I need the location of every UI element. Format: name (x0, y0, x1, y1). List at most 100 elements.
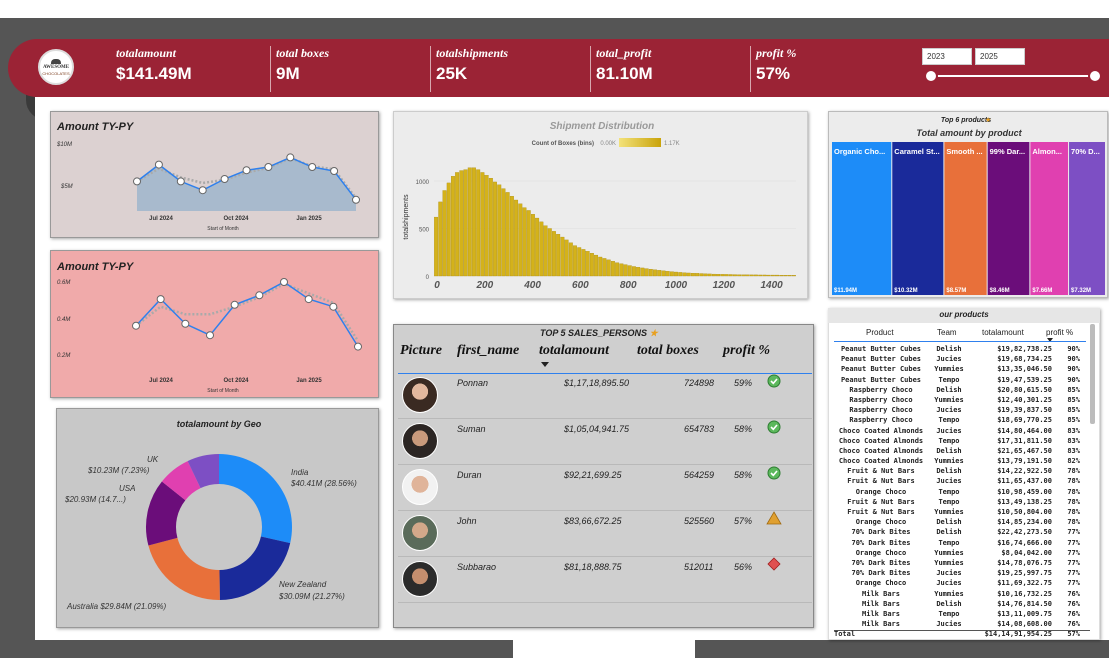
histogram-bar[interactable] (695, 273, 700, 277)
histogram-bar[interactable] (585, 251, 590, 277)
histogram-bar[interactable] (556, 234, 561, 277)
histogram-bar[interactable] (627, 265, 632, 277)
ty-point[interactable] (230, 300, 239, 309)
histogram-bar[interactable] (711, 273, 716, 277)
ty-point[interactable] (308, 163, 317, 171)
histogram-bar[interactable] (434, 216, 439, 277)
histogram-bar[interactable] (615, 262, 620, 277)
histogram-bar[interactable] (783, 274, 788, 277)
ty-point[interactable] (354, 342, 362, 351)
histogram-bar[interactable] (674, 271, 678, 277)
table-row[interactable]: 70% Dark Bites Tempo $16,74,666.00 77% (834, 538, 1082, 548)
table-row[interactable]: Peanut Butter Cubes Delish $19,82,738.25 90… (834, 344, 1082, 354)
histogram-bar[interactable] (724, 274, 729, 277)
histogram-bar[interactable] (787, 274, 792, 277)
table-row[interactable]: Choco Coated Almonds Jucies $14,80,464.00 8… (834, 426, 1082, 436)
histogram-bar[interactable] (733, 274, 737, 277)
histogram-bar[interactable] (610, 261, 615, 277)
col-total-boxes[interactable]: total boxes (637, 343, 699, 359)
table-scrollbar[interactable] (1090, 324, 1095, 424)
ty-point[interactable] (133, 177, 141, 186)
histogram-bar[interactable] (573, 245, 577, 277)
histogram-bar[interactable] (530, 214, 535, 277)
histogram-bar[interactable] (476, 169, 481, 277)
table-row[interactable]: 70% Dark Bites Jucies $19,25,997.75 77% (834, 568, 1082, 578)
ty-point[interactable] (242, 166, 251, 175)
histogram-bar[interactable] (543, 225, 548, 277)
ty-point[interactable] (220, 175, 229, 183)
histogram-bar[interactable] (703, 273, 708, 277)
histogram-bar[interactable] (560, 236, 565, 277)
histogram-bar[interactable] (631, 266, 636, 277)
product-block[interactable] (892, 142, 944, 295)
ty-point[interactable] (255, 291, 264, 300)
salesperson-row[interactable]: Subbarao $81,18,888.75 512011 56% (398, 557, 812, 603)
histogram-bar[interactable] (644, 268, 649, 277)
product-block[interactable] (944, 142, 987, 295)
histogram-bar[interactable] (720, 274, 725, 277)
table-row[interactable]: Milk Bars Jucies $14,08,608.00 76% (834, 619, 1082, 629)
salesperson-row[interactable]: Duran $92,21,699.25 564259 58% (398, 465, 812, 511)
table-row[interactable]: Orange Choco Tempo $10,98,459.00 78% (834, 487, 1082, 497)
histogram-bar[interactable] (741, 274, 746, 277)
histogram-bar[interactable] (606, 259, 611, 277)
histogram-bar[interactable] (568, 242, 573, 277)
product-block[interactable] (1069, 142, 1105, 295)
histogram-bar[interactable] (480, 172, 485, 277)
histogram-bar[interactable] (669, 271, 674, 277)
ty-point[interactable] (156, 295, 165, 304)
histogram-bar[interactable] (707, 273, 712, 277)
histogram-bar[interactable] (442, 190, 447, 277)
histogram-bar[interactable] (728, 274, 733, 277)
histogram-bar[interactable] (686, 272, 691, 277)
table-row[interactable]: Milk Bars Delish $14,76,814.50 76% (834, 599, 1082, 609)
histogram-bar[interactable] (459, 170, 464, 277)
histogram-bar[interactable] (472, 167, 476, 277)
histogram-bar[interactable] (484, 175, 489, 277)
col-profit-pct[interactable]: profit % (1046, 328, 1073, 337)
histogram-bar[interactable] (653, 269, 657, 277)
col-team[interactable]: Team (937, 328, 957, 337)
histogram-bar[interactable] (564, 239, 569, 277)
sort-desc-icon[interactable] (541, 362, 549, 367)
histogram-bar[interactable] (619, 263, 624, 277)
ty-point[interactable] (176, 177, 185, 186)
histogram-bar[interactable] (682, 272, 687, 277)
histogram-bar[interactable] (463, 169, 468, 277)
ty-point[interactable] (132, 321, 140, 330)
histogram-bar[interactable] (665, 271, 670, 277)
col-picture[interactable]: Picture (400, 343, 442, 359)
salesperson-row[interactable]: John $83,66,672.25 525560 57% (398, 511, 812, 557)
donut-slice[interactable] (148, 537, 220, 600)
table-row[interactable]: Orange Choco Jucies $11,69,322.75 77% (834, 578, 1082, 588)
histogram-bar[interactable] (522, 207, 527, 277)
ty-point[interactable] (330, 167, 339, 175)
col-profit-pct[interactable]: profit % (723, 343, 770, 359)
histogram-bar[interactable] (779, 274, 784, 277)
histogram-bar[interactable] (552, 231, 556, 277)
histogram-bar[interactable] (770, 274, 775, 277)
histogram-bar[interactable] (577, 247, 582, 277)
col-product[interactable]: Product (866, 328, 894, 337)
table-row[interactable]: Fruit & Nut Bars Jucies $11,65,437.00 78% (834, 476, 1082, 486)
table-row[interactable]: Fruit & Nut Bars Yummies $10,50,804.00 78% (834, 507, 1082, 517)
histogram-bar[interactable] (657, 270, 662, 277)
histogram-bar[interactable] (526, 210, 531, 277)
histogram-bar[interactable] (488, 178, 493, 277)
histogram-bar[interactable] (493, 181, 497, 277)
histogram-bar[interactable] (678, 272, 683, 277)
col-totalamount[interactable]: totalamount (982, 328, 1024, 337)
histogram-bar[interactable] (745, 274, 750, 277)
histogram-bar[interactable] (589, 253, 594, 277)
histogram-bar[interactable] (514, 199, 519, 277)
table-row[interactable]: Raspberry Choco Tempo $18,69,770.25 85% (834, 415, 1082, 425)
histogram-bar[interactable] (661, 270, 666, 277)
ty-point[interactable] (181, 319, 190, 328)
table-row[interactable]: Peanut Butter Cubes Tempo $19,47,539.25 90% (834, 375, 1082, 385)
salesperson-row[interactable]: Suman $1,05,04,941.75 654783 58% (398, 419, 812, 465)
table-row[interactable]: Orange Choco Yummies $8,04,042.00 77% (834, 548, 1082, 558)
histogram-bar[interactable] (518, 203, 523, 277)
histogram-bar[interactable] (598, 256, 603, 277)
histogram-bar[interactable] (438, 201, 443, 277)
year-end-input[interactable]: 2025 (975, 48, 1025, 65)
